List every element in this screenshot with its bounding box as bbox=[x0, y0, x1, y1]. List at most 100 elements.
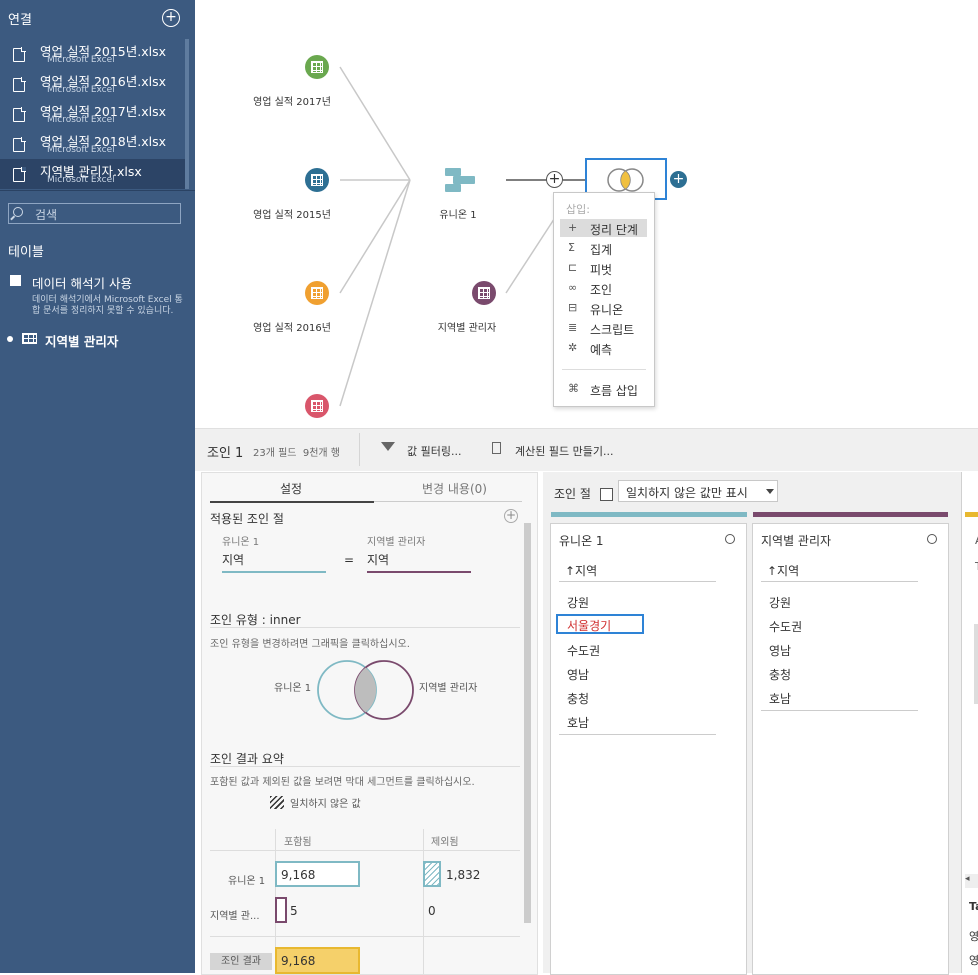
tab-settings[interactable]: 설정 bbox=[210, 473, 374, 503]
divider bbox=[210, 936, 520, 937]
col-included: 포함됨 bbox=[284, 837, 312, 848]
clause-right-source: 지역별 관리자 bbox=[367, 537, 426, 548]
clause-right-field[interactable]: 지역 bbox=[367, 551, 471, 573]
connection-item[interactable]: 영업 실적 2015년.xlsx Microsoft Excel bbox=[0, 39, 188, 69]
chevron-down-icon bbox=[766, 489, 774, 494]
table-icon bbox=[311, 287, 323, 299]
right-pane: A T ◂ Ta 영 영 bbox=[953, 472, 978, 973]
included-bar-result[interactable]: 9,168 bbox=[275, 947, 360, 974]
right-field-header[interactable]: ↑지역 bbox=[767, 562, 799, 579]
settings-scrollbar[interactable] bbox=[524, 523, 531, 923]
menu-item-aggregate[interactable]: Σ 집계 bbox=[560, 239, 647, 257]
active-dot bbox=[7, 336, 13, 342]
interpreter-label: 데이터 해석기 사용 bbox=[32, 276, 132, 291]
menu-item-prediction[interactable]: ✲ 예측 bbox=[560, 339, 647, 357]
calc-field-button[interactable]: 계산된 필드 만들기... bbox=[515, 443, 613, 459]
clause-left-field[interactable]: 지역 bbox=[222, 551, 326, 573]
venn-right-label: 지역별 관리자 bbox=[419, 683, 478, 694]
connection-item[interactable]: 영업 실적 2016년.xlsx Microsoft Excel bbox=[0, 69, 188, 99]
input-node-manager[interactable] bbox=[472, 281, 496, 305]
right-field-list: 지역별 관리자 ↑지역 강원 수도권 영남 충청 호남 bbox=[752, 523, 949, 975]
included-value: 5 bbox=[290, 904, 298, 918]
list-item[interactable]: 충청 bbox=[567, 690, 589, 707]
clause-left-source: 유니온 1 bbox=[222, 537, 260, 548]
input-node-2018[interactable] bbox=[305, 394, 329, 418]
step-meta: 23개 필드 9천개 행 bbox=[253, 448, 341, 459]
filter-button[interactable]: 값 필터링... bbox=[407, 443, 461, 459]
excluded-value: 1,832 bbox=[446, 868, 481, 882]
connection-item[interactable]: 영업 실적 2018년.xlsx Microsoft Excel bbox=[0, 129, 188, 159]
flow-icon: ⌘ bbox=[568, 382, 579, 395]
interpreter-checkbox[interactable] bbox=[10, 275, 21, 286]
unmatched-dropdown[interactable]: 일치하지 않은 값만 표시 bbox=[618, 480, 778, 502]
list-item[interactable]: 수도권 bbox=[769, 618, 802, 635]
right-color-bar bbox=[753, 512, 948, 517]
table-icon bbox=[22, 333, 37, 344]
node-label: 영업 실적 2015년 bbox=[253, 210, 331, 221]
left-table-name: 유니온 1 bbox=[559, 534, 604, 548]
unmatched-checkbox[interactable] bbox=[600, 488, 613, 501]
grid-cell: 영 bbox=[969, 930, 978, 943]
insert-menu: 삽입: + 정리 단계 Σ 집계 ⊏ 피벗 ∞ 조인 ⊟ 유니온 ≣ 스크립트 ✲ 예측 ⌘ 흐… bbox=[553, 192, 655, 407]
divider bbox=[0, 190, 195, 191]
list-item-selected[interactable]: 서울경기 bbox=[556, 614, 644, 634]
list-item[interactable]: 호남 bbox=[769, 690, 791, 707]
join-type-venn[interactable] bbox=[314, 657, 420, 723]
connection-item[interactable]: 영업 실적 2017년.xlsx Microsoft Excel bbox=[0, 99, 188, 129]
list-item[interactable]: 수도권 bbox=[567, 642, 600, 659]
insert-step-button[interactable]: + bbox=[546, 171, 563, 188]
connections-title: 연결 bbox=[8, 13, 32, 28]
tab-label: 변경 내용(0) bbox=[422, 482, 487, 496]
file-icon bbox=[13, 107, 26, 122]
menu-item-insert-flow[interactable]: ⌘ 흐름 삽입 bbox=[560, 380, 647, 398]
add-clause-icon[interactable]: + bbox=[504, 509, 518, 523]
menu-item-clean-step[interactable]: + 정리 단계 bbox=[560, 219, 647, 237]
menu-item-label: 예측 bbox=[590, 343, 613, 357]
input-node-2017[interactable] bbox=[305, 55, 329, 79]
left-field-header[interactable]: ↑지역 bbox=[565, 562, 597, 579]
search-icon[interactable] bbox=[927, 534, 937, 544]
list-item[interactable]: 영남 bbox=[567, 666, 589, 683]
union-icon bbox=[445, 168, 461, 176]
scroll-left-icon[interactable]: ◂ bbox=[965, 874, 978, 888]
list-item[interactable]: 강원 bbox=[567, 594, 589, 611]
list-item[interactable]: 영남 bbox=[769, 642, 791, 659]
tab-changes[interactable]: 변경 내용(0) bbox=[374, 473, 522, 502]
dropdown-value: 일치하지 않은 값만 표시 bbox=[626, 486, 748, 500]
interpreter-desc: 합 문서를 정리하지 못할 수 있습니다. bbox=[32, 306, 174, 316]
script-icon: ≣ bbox=[568, 321, 578, 334]
menu-item-script[interactable]: ≣ 스크립트 bbox=[560, 319, 647, 337]
join-type-title: 조인 유형 : inner bbox=[210, 613, 301, 627]
clause-operator[interactable]: = bbox=[344, 553, 354, 567]
search-icon bbox=[13, 207, 23, 217]
add-step-button[interactable]: + bbox=[670, 171, 687, 188]
node-label: 영업 실적 2016년 bbox=[253, 323, 331, 334]
search-input[interactable]: 검색 bbox=[8, 203, 181, 224]
union-icon-bar bbox=[445, 184, 461, 192]
included-bar-manager[interactable] bbox=[275, 897, 287, 923]
excluded-bar-union[interactable] bbox=[423, 861, 441, 887]
list-item[interactable]: 호남 bbox=[567, 714, 589, 731]
table-icon bbox=[311, 174, 323, 186]
join-clause-title: 조인 절 bbox=[554, 487, 591, 501]
input-node-2016[interactable] bbox=[305, 281, 329, 305]
add-connection-icon[interactable]: + bbox=[162, 9, 180, 27]
connection-item-selected[interactable]: 지역별 관리자.xlsx Microsoft Excel bbox=[0, 159, 188, 189]
join-icon: ∞ bbox=[568, 281, 578, 294]
table-item-label[interactable]: 지역별 관리자 bbox=[45, 331, 118, 350]
search-icon[interactable] bbox=[725, 534, 735, 544]
sigma-icon: Σ bbox=[568, 241, 575, 254]
menu-item-join[interactable]: ∞ 조인 bbox=[560, 279, 647, 297]
sidebar-scrollbar[interactable] bbox=[185, 39, 189, 189]
menu-item-pivot[interactable]: ⊏ 피벗 bbox=[560, 259, 647, 277]
list-item[interactable]: 강원 bbox=[769, 594, 791, 611]
input-node-2015[interactable] bbox=[305, 168, 329, 192]
col-excluded: 제외됨 bbox=[431, 837, 459, 848]
list-item[interactable]: 충청 bbox=[769, 666, 791, 683]
included-bar-union[interactable]: 9,168 bbox=[275, 861, 360, 887]
union-node[interactable] bbox=[445, 168, 475, 192]
sidebar: 연결 + 영업 실적 2015년.xlsx Microsoft Excel 영업… bbox=[0, 0, 195, 973]
file-icon bbox=[13, 137, 26, 152]
menu-item-union[interactable]: ⊟ 유니온 bbox=[560, 299, 647, 317]
grid-cell: 영 bbox=[969, 954, 978, 967]
